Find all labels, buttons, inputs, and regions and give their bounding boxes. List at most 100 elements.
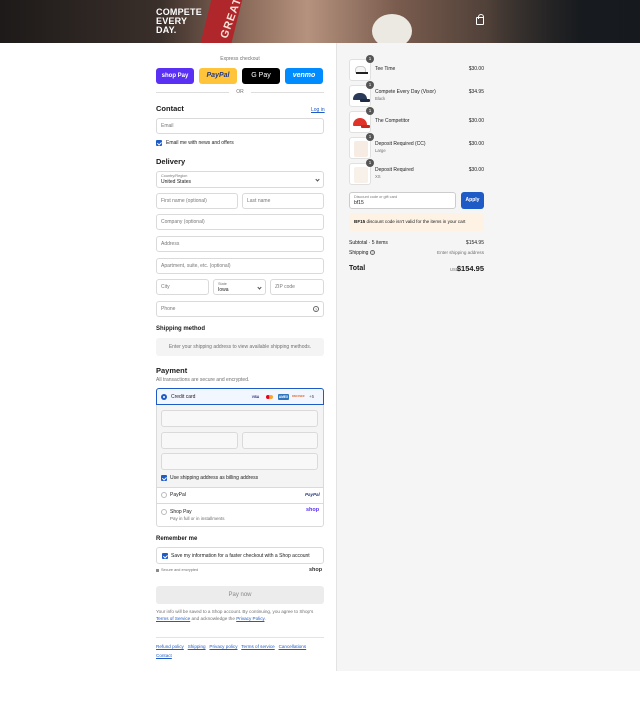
divider <box>251 92 324 93</box>
phone-field[interactable]: Phone ? <box>156 301 324 317</box>
save-info-label: Save my information for a faster checkou… <box>171 553 310 559</box>
contact-heading: Contact <box>156 104 184 113</box>
remember-heading: Remember me <box>156 536 198 542</box>
address-field[interactable]: Address <box>156 236 324 252</box>
item-price: $30.00 <box>468 141 484 147</box>
amex-icon: AMEX <box>278 394 289 400</box>
subtotal-label: Subtotal · 5 items <box>349 240 388 246</box>
qty-badge: 1 <box>366 81 374 89</box>
shop-pay-sub: Pay in full or in installments <box>170 516 225 521</box>
billing-checkbox[interactable] <box>161 475 167 481</box>
payment-heading: Payment <box>156 366 188 375</box>
cancellations-link[interactable]: Cancellations <box>279 644 307 649</box>
header-banner: GREAT <box>0 0 640 43</box>
item-price: $34.95 <box>468 89 484 95</box>
order-summary-pane <box>336 43 640 671</box>
item-name: The Competitor <box>375 118 410 124</box>
refund-policy-link[interactable]: Refund policy <box>156 644 184 649</box>
subtotal-value: $154.95 <box>465 240 484 246</box>
terms-of-service-link[interactable]: Terms of service <box>241 644 274 649</box>
pay-now-button[interactable]: Pay now <box>156 586 324 604</box>
shopping-bag-icon[interactable] <box>476 14 484 25</box>
item-price: $30.00 <box>468 118 484 124</box>
news-checkbox[interactable] <box>156 140 162 146</box>
paypal-logo: PayPal <box>305 492 320 497</box>
visa-icon: VISA <box>251 395 260 399</box>
country-select[interactable]: Country/Region United States <box>156 171 324 188</box>
item-variant: XS <box>375 174 381 179</box>
news-label: Email me with news and offers <box>166 140 234 146</box>
shipping-value: Enter shipping address <box>437 250 484 255</box>
more-cards-label: +5 <box>309 394 315 399</box>
paypal-label: PayPal <box>170 492 186 498</box>
paypal-radio[interactable] <box>161 492 167 498</box>
email-field[interactable]: Email <box>156 118 324 134</box>
paypal-button[interactable]: PayPal <box>199 68 237 84</box>
name-on-card-field[interactable] <box>161 453 318 470</box>
apply-button[interactable]: Apply <box>461 192 484 209</box>
remember-box: Save my information for a faster checkou… <box>156 547 324 564</box>
lock-icon <box>156 569 159 572</box>
or-label: OR <box>236 89 244 95</box>
terms-link[interactable]: Terms of Service <box>156 616 190 621</box>
venmo-button[interactable]: venmo <box>285 68 323 84</box>
item-variant: Large <box>375 148 386 153</box>
item-variant: Black <box>375 96 386 101</box>
help-icon[interactable]: ? <box>313 306 319 312</box>
security-code-field[interactable] <box>242 432 318 449</box>
chevron-down-icon <box>257 285 262 290</box>
save-info-checkbox[interactable] <box>162 553 168 559</box>
shipping-label: Shipping <box>349 250 369 256</box>
credit-card-radio[interactable] <box>161 394 167 400</box>
discount-error: BF15 discount code isn't valid for the i… <box>349 213 484 231</box>
total-value: $154.95 <box>456 264 484 273</box>
google-pay-button[interactable]: G Pay <box>242 68 280 84</box>
info-icon[interactable]: ? <box>370 250 375 255</box>
shop-pay-radio[interactable] <box>161 509 167 515</box>
delivery-heading: Delivery <box>156 157 186 166</box>
total-label: Total <box>349 265 366 272</box>
item-price: $30.00 <box>468 66 484 72</box>
item-name: Deposit Required <box>375 167 414 173</box>
discount-field[interactable]: Discount code or gift card bf15 <box>349 192 456 209</box>
card-number-field[interactable] <box>161 410 318 427</box>
item-name: Tee Time <box>375 66 396 72</box>
item-price: $30.00 <box>468 167 484 173</box>
item-name: Compete Every Day (Visor) <box>375 89 436 95</box>
discover-icon: DISCOVER <box>292 395 305 398</box>
shipping-method-notice: Enter your shipping address to view avai… <box>156 338 324 356</box>
shipping-link[interactable]: Shipping <box>188 644 206 649</box>
billing-label: Use shipping address as billing address <box>170 475 259 481</box>
apartment-field[interactable]: Apartment, suite, etc. (optional) <box>156 258 324 274</box>
privacy-link[interactable]: Privacy Policy <box>236 616 264 621</box>
ball-decor <box>372 14 412 43</box>
qty-badge: 1 <box>366 133 374 141</box>
login-link[interactable]: Log in <box>311 107 325 113</box>
shop-pay-option[interactable]: Shop Pay Pay in full or in installments … <box>156 504 324 527</box>
payment-subtitle: All transactions are secure and encrypte… <box>156 377 250 383</box>
first-name-field[interactable]: First name (optional) <box>156 193 238 209</box>
mastercard-icon <box>264 394 275 400</box>
credit-card-label: Credit card <box>171 394 196 400</box>
qty-badge: 1 <box>366 55 374 63</box>
expiry-field[interactable] <box>161 432 238 449</box>
shop-pay-button[interactable]: shop Pay <box>156 68 194 84</box>
brand-logo[interactable]: COMPETE EVERY DAY. <box>156 8 202 35</box>
privacy-policy-link[interactable]: Privacy policy <box>209 644 237 649</box>
divider <box>156 92 229 93</box>
zip-field[interactable]: ZIP code <box>270 279 324 295</box>
city-field[interactable]: City <box>156 279 209 295</box>
legal-text: Your info will be saved to a Shop accoun… <box>156 609 314 621</box>
credit-card-option[interactable]: Credit card VISA AMEX DISCOVER +5 <box>156 388 324 405</box>
footer-links: Refund policy Shipping Privacy policy Te… <box>156 642 324 660</box>
paypal-option[interactable]: PayPal PayPal <box>156 488 324 503</box>
contact-link[interactable]: Contact <box>156 653 172 658</box>
qty-badge: 1 <box>366 159 374 167</box>
chevron-down-icon <box>315 177 320 182</box>
state-select[interactable]: State Iowa <box>213 279 266 295</box>
last-name-field[interactable]: Last name <box>242 193 324 209</box>
shop-pay-logo: shop <box>306 507 320 513</box>
company-field[interactable]: Company (optional) <box>156 214 324 230</box>
item-name: Deposit Required (CC) <box>375 141 426 147</box>
qty-badge: 1 <box>366 107 374 115</box>
